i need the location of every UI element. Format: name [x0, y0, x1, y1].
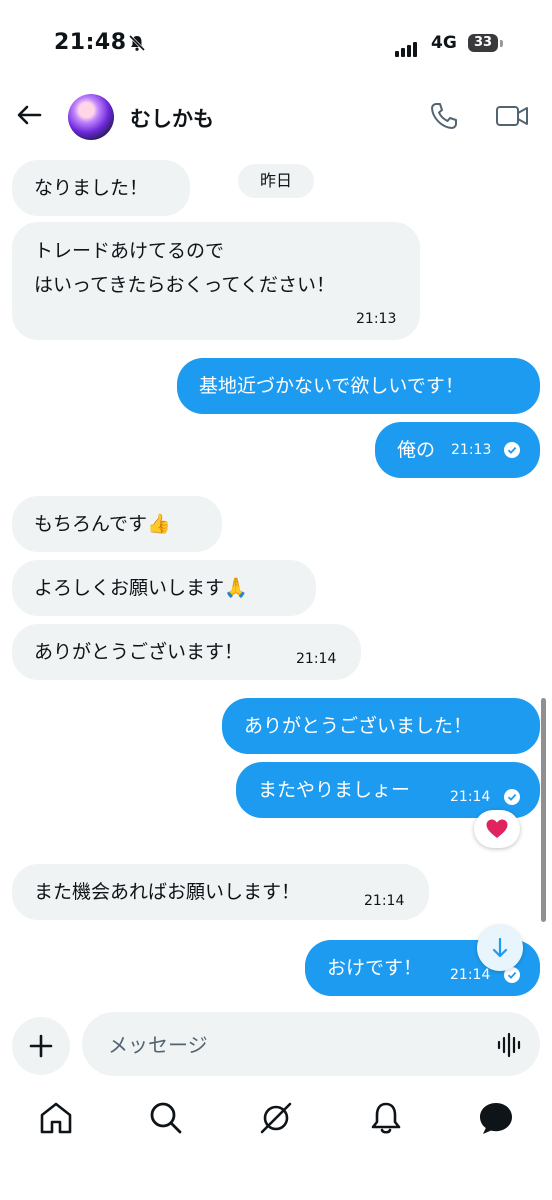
muted-bell-icon: [128, 34, 146, 52]
message-text: またやりましょー: [258, 779, 411, 801]
message-incoming[interactable]: なりました！: [12, 160, 190, 216]
message-outgoing[interactable]: 俺の 21:13: [375, 422, 540, 478]
messages-icon[interactable]: [476, 1098, 516, 1138]
day-separator: 昨日: [238, 164, 314, 198]
message-text: ありがとうございます！: [34, 641, 244, 663]
message-timestamp: 21:13: [356, 311, 397, 327]
plus-icon: [29, 1034, 53, 1058]
message-text: 基地近づかないで欲しいです！: [199, 375, 464, 397]
message-composer[interactable]: [82, 1012, 540, 1078]
message-text: おけです！: [327, 957, 423, 979]
message-input[interactable]: [106, 1012, 490, 1078]
contact-name[interactable]: むしかも: [130, 103, 214, 133]
grok-icon[interactable]: [256, 1098, 296, 1138]
phone-icon[interactable]: [428, 100, 460, 132]
message-incoming[interactable]: また機会あればお願いします！ 21:14: [12, 864, 429, 920]
heart-icon: [486, 819, 508, 838]
message-incoming[interactable]: トレードあけてるので はいってきたらおくってください！ 21:13: [12, 222, 420, 340]
scrollbar[interactable]: [541, 698, 546, 922]
home-icon[interactable]: [36, 1098, 76, 1138]
message-incoming[interactable]: よろしくお願いします🙏: [12, 560, 316, 616]
message-text: よろしくお願いします🙏: [34, 577, 248, 599]
message-outgoing[interactable]: ありがとうございました！: [222, 698, 540, 754]
search-icon[interactable]: [146, 1098, 186, 1138]
message-timestamp: 21:14: [364, 893, 405, 909]
message-timestamp: 21:14: [450, 789, 491, 805]
avatar[interactable]: [68, 94, 114, 140]
add-attachment-button[interactable]: [12, 1017, 70, 1075]
network-type: 4G: [431, 33, 457, 53]
message-text: また機会あればお願いします！: [34, 881, 301, 903]
message-incoming[interactable]: ありがとうございます！ 21:14: [12, 624, 361, 680]
notifications-icon[interactable]: [366, 1098, 406, 1138]
arrow-down-icon: [492, 937, 508, 958]
heart-reaction[interactable]: [474, 810, 520, 848]
status-time: 21:48: [54, 30, 127, 55]
back-arrow-icon[interactable]: [14, 100, 44, 130]
message-text: なりました！: [34, 177, 149, 199]
message-timestamp: 21:13: [451, 442, 492, 458]
signal-strength-icon: [395, 38, 419, 57]
message-text: ありがとうございました！: [244, 715, 473, 737]
message-text-line: トレードあけてるので: [34, 240, 225, 262]
message-incoming[interactable]: もちろんです👍: [12, 496, 222, 552]
message-timestamp: 21:14: [296, 651, 337, 667]
read-check-icon: [504, 442, 520, 458]
message-text-line: はいってきたらおくってください！: [34, 274, 335, 296]
video-camera-icon[interactable]: [494, 100, 530, 132]
message-text: もちろんです👍: [34, 513, 171, 535]
scroll-to-bottom-button[interactable]: [477, 925, 523, 971]
read-check-icon: [504, 789, 520, 805]
battery-tip: [500, 40, 503, 47]
message-outgoing[interactable]: 基地近づかないで欲しいです！: [177, 358, 540, 414]
battery-indicator: 33: [468, 34, 498, 52]
voice-wave-icon[interactable]: [496, 1032, 522, 1058]
message-text: 俺の: [397, 439, 436, 461]
